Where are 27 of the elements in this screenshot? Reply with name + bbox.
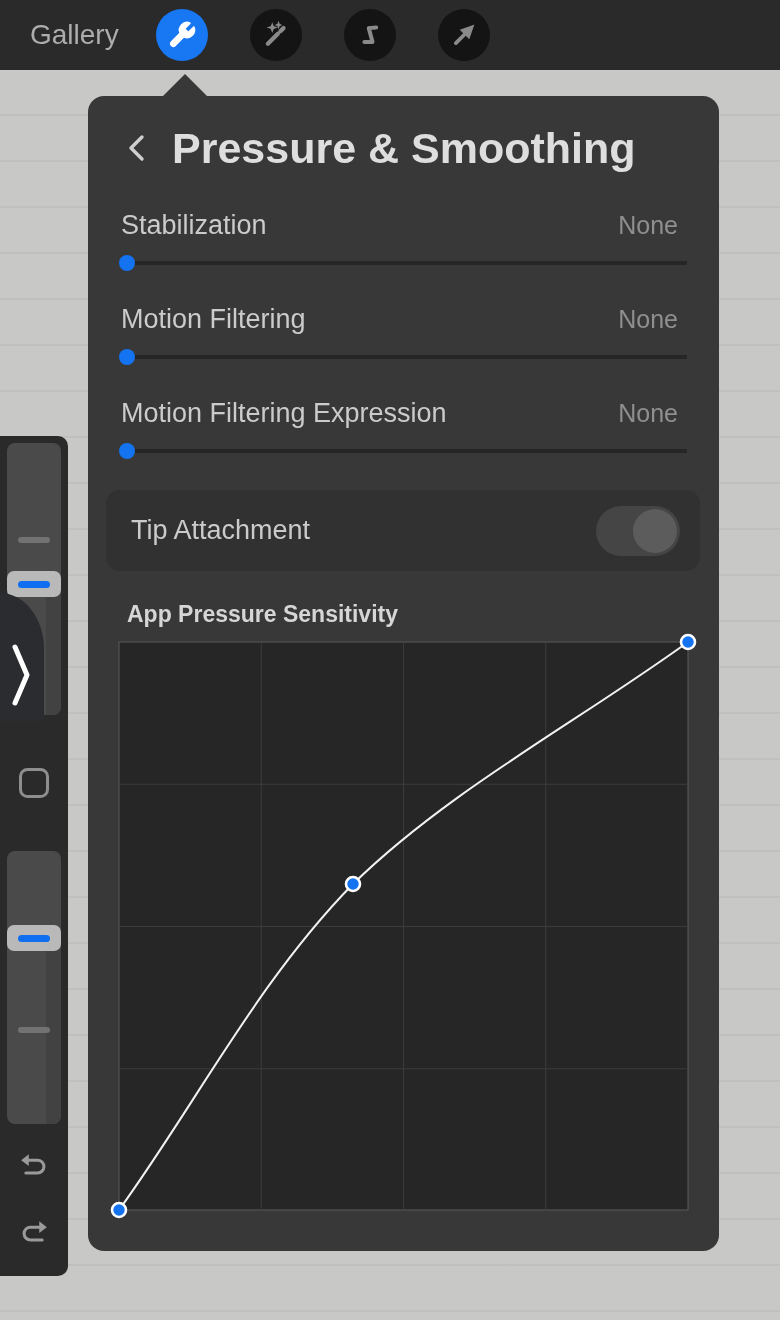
- slider-thumb[interactable]: [119, 443, 135, 459]
- curve-point-handle[interactable]: [110, 1201, 128, 1219]
- slider-value: None: [618, 304, 678, 334]
- chevron-right-icon: [10, 643, 32, 707]
- curve-point-handle[interactable]: [679, 633, 697, 651]
- slider-label: Motion Filtering Expression: [121, 398, 447, 428]
- toggle-label: Tip Attachment: [131, 515, 311, 546]
- tool-button[interactable]: [155, 9, 208, 61]
- slider-thumb[interactable]: [119, 255, 135, 271]
- panel-title: Pressure & Smoothing: [172, 123, 636, 174]
- slider-label: Motion Filtering: [121, 304, 306, 334]
- chevron-left-icon: [127, 134, 147, 162]
- sidebar-toggle-button[interactable]: [0, 593, 44, 721]
- back-button[interactable]: [127, 134, 147, 162]
- section-title: App Pressure Sensitivity: [127, 601, 398, 627]
- slider-thumb[interactable]: [7, 571, 61, 598]
- slider-value: None: [618, 398, 678, 428]
- slider-value: None: [618, 210, 678, 240]
- square-icon[interactable]: [19, 768, 49, 798]
- gallery-button[interactable]: Gallery: [30, 18, 119, 52]
- curve-point-handle[interactable]: [344, 875, 362, 893]
- dash-marker-icon: [18, 537, 50, 543]
- slider-thumb[interactable]: [7, 925, 61, 952]
- dash-marker-icon: [18, 1027, 50, 1033]
- sidebar-slider[interactable]: [7, 851, 61, 1124]
- slider-label: Stabilization: [121, 210, 267, 240]
- slider-thumb[interactable]: [119, 349, 135, 365]
